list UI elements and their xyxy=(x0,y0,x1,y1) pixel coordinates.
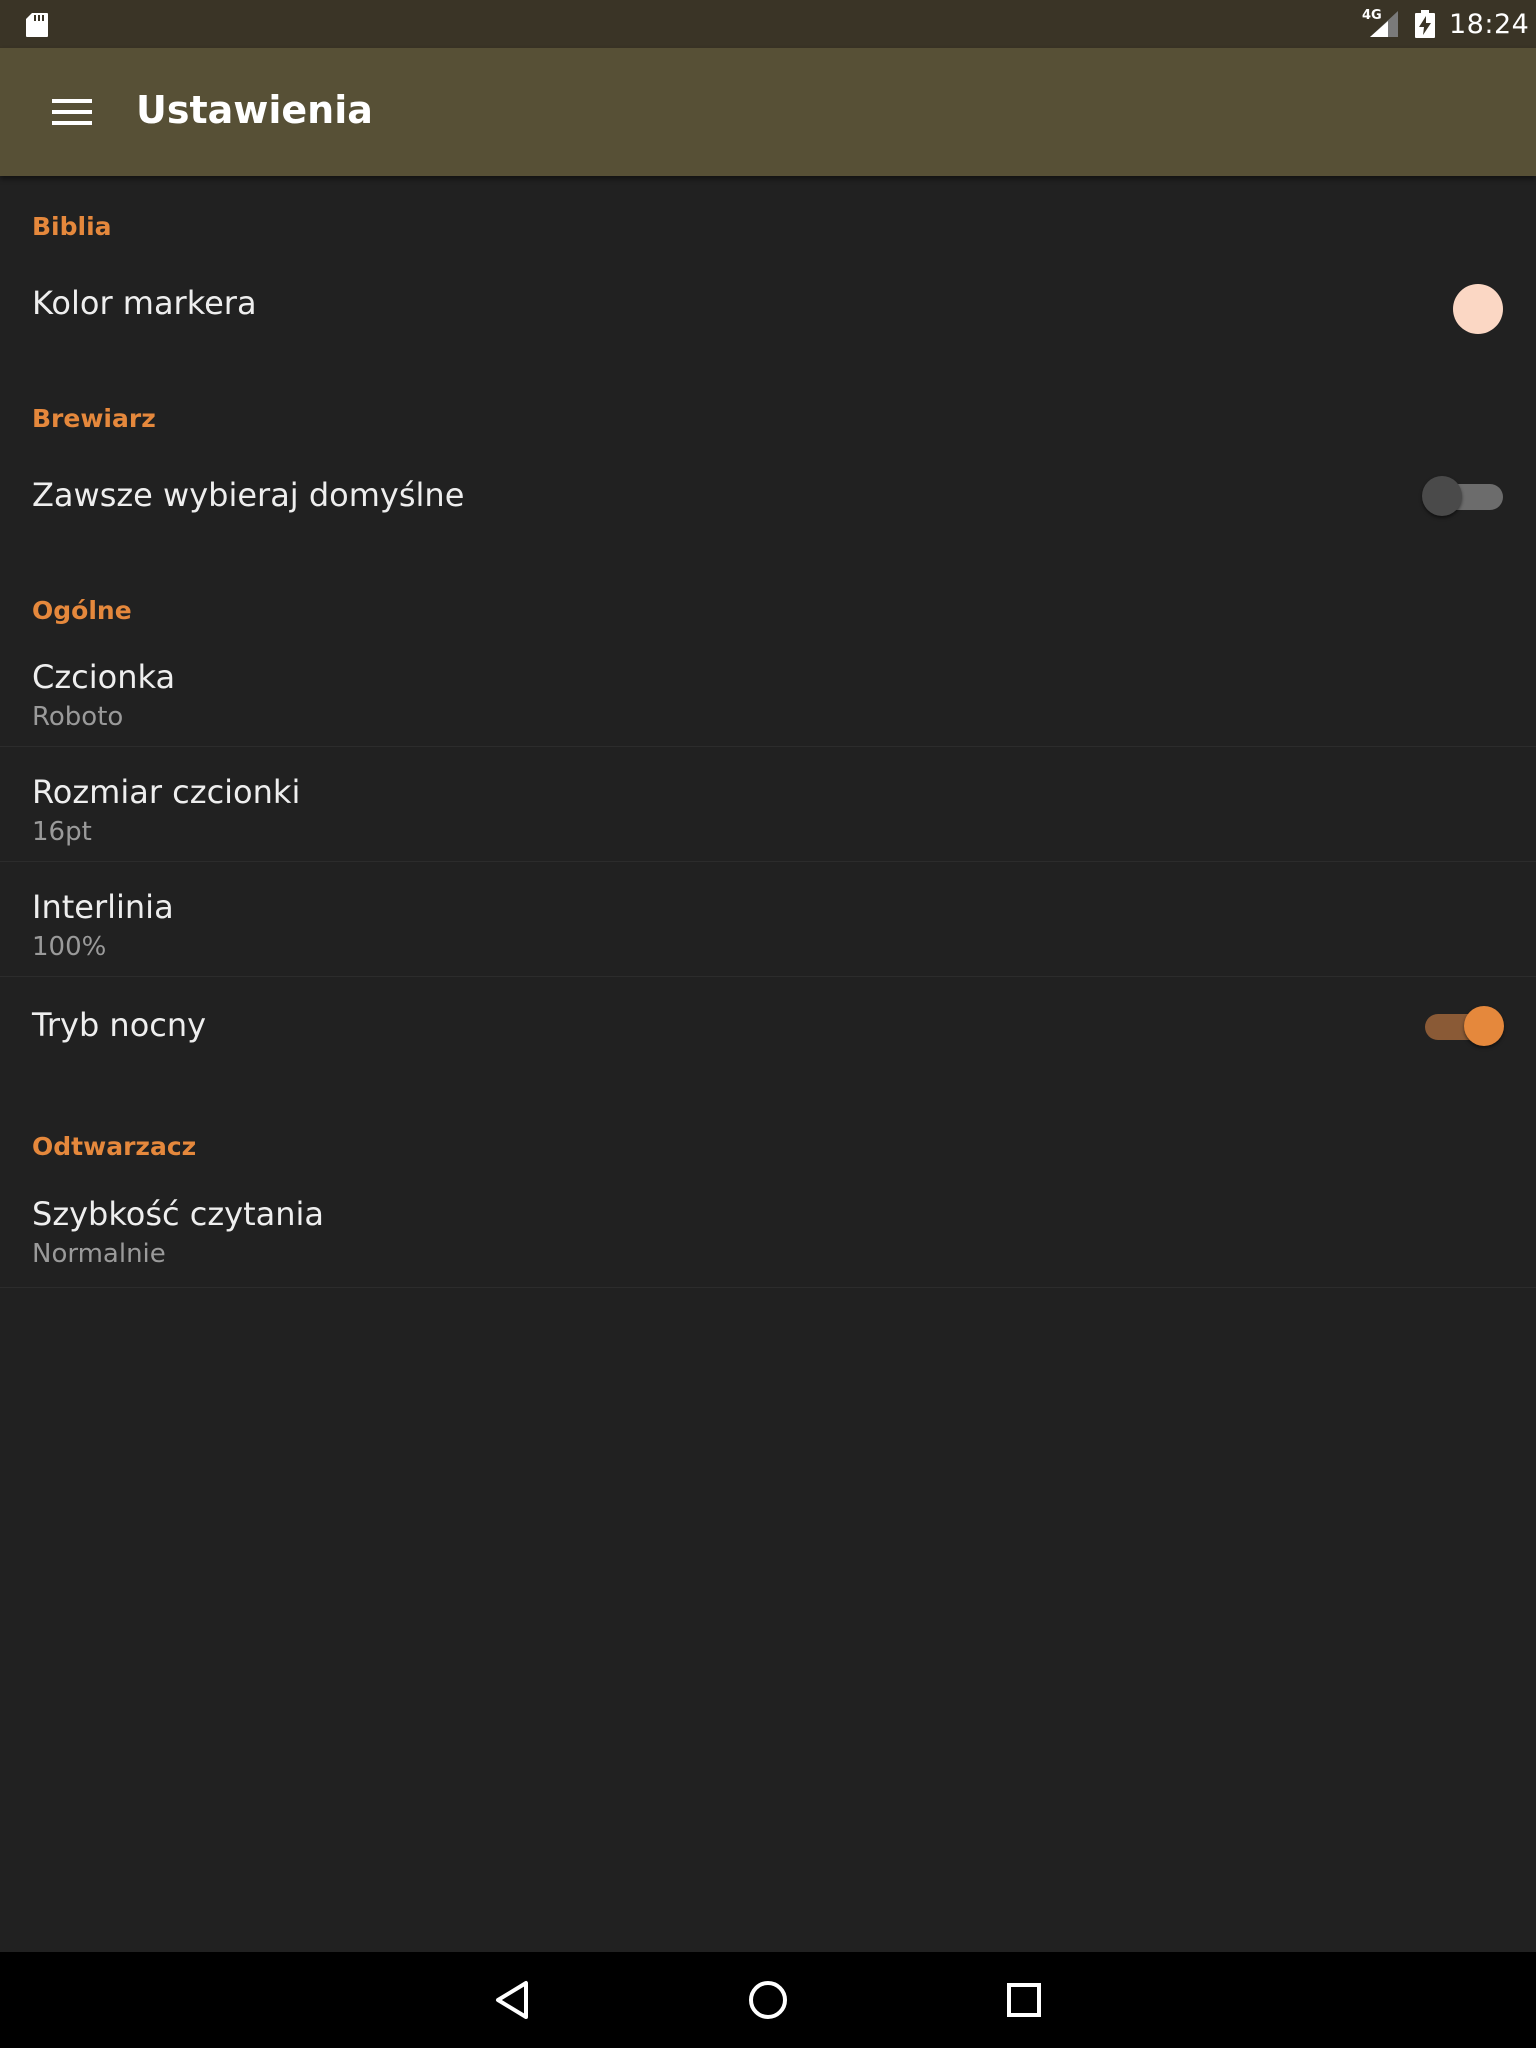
setting-summary: 100% xyxy=(32,932,107,962)
app-bar: Ustawienia xyxy=(0,48,1536,176)
settings-screen: 4G 18:24 Ustawienia Biblia Kolor markera xyxy=(0,0,1536,2048)
setting-night-mode[interactable]: Tryb nocny xyxy=(0,992,1536,1082)
setting-summary: Normalnie xyxy=(32,1239,166,1269)
back-icon xyxy=(496,1981,528,2019)
battery-charging-icon xyxy=(1415,10,1435,38)
menu-button[interactable] xyxy=(40,90,104,134)
status-clock: 18:24 xyxy=(1449,9,1530,40)
home-icon xyxy=(749,1981,787,2019)
setting-summary: 16pt xyxy=(32,817,92,847)
setting-title: Interlinia xyxy=(32,888,174,926)
status-bar: 4G 18:24 xyxy=(0,0,1536,48)
section-header-odtwarzacz: Odtwarzacz xyxy=(32,1132,197,1161)
setting-line-spacing[interactable]: Interlinia 100% xyxy=(0,876,1536,977)
setting-always-default[interactable]: Zawsze wybieraj domyślne xyxy=(0,454,1536,550)
setting-title: Czcionka xyxy=(32,658,176,696)
setting-marker-color[interactable]: Kolor markera xyxy=(0,262,1536,356)
navigation-bar xyxy=(0,1952,1536,2048)
home-button[interactable] xyxy=(740,1972,796,2028)
setting-summary: Roboto xyxy=(32,702,124,732)
back-button[interactable] xyxy=(484,1972,540,2028)
setting-title: Kolor markera xyxy=(32,284,257,322)
recents-button[interactable] xyxy=(996,1972,1052,2028)
setting-font[interactable]: Czcionka Roboto xyxy=(0,646,1536,747)
signal-icon xyxy=(1370,11,1398,37)
section-header-biblia: Biblia xyxy=(32,212,112,241)
setting-title: Zawsze wybieraj domyślne xyxy=(32,476,465,514)
night-mode-switch[interactable] xyxy=(1422,1006,1504,1046)
setting-title: Szybkość czytania xyxy=(32,1195,325,1233)
hamburger-menu-icon xyxy=(52,99,92,125)
always-default-switch[interactable] xyxy=(1422,476,1504,516)
sd-card-icon xyxy=(26,13,48,37)
section-header-ogolne: Ogólne xyxy=(32,596,132,625)
setting-title: Tryb nocny xyxy=(32,1006,207,1044)
switch-thumb xyxy=(1422,476,1462,516)
setting-reading-speed[interactable]: Szybkość czytania Normalnie xyxy=(0,1183,1536,1288)
setting-font-size[interactable]: Rozmiar czcionki 16pt xyxy=(0,761,1536,862)
setting-title: Rozmiar czcionki xyxy=(32,773,301,811)
section-header-brewiarz: Brewiarz xyxy=(32,404,156,433)
recents-icon xyxy=(1007,1983,1041,2017)
page-title: Ustawienia xyxy=(136,88,373,132)
marker-color-swatch[interactable] xyxy=(1453,284,1503,334)
switch-thumb xyxy=(1464,1006,1504,1046)
